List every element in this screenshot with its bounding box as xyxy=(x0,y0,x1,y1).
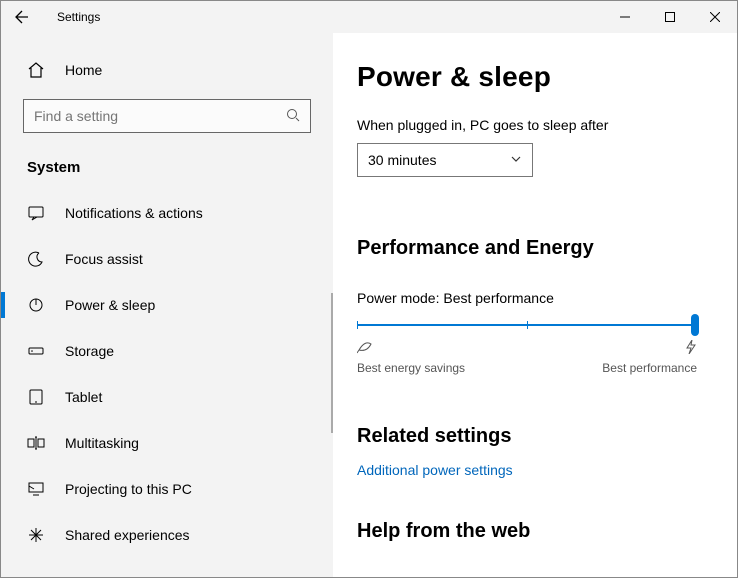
sleep-dropdown[interactable]: 30 minutes xyxy=(357,143,533,177)
notifications-icon xyxy=(27,204,45,222)
slider-max-label: Best performance xyxy=(602,361,697,375)
sidebar-item-focus-assist[interactable]: Focus assist xyxy=(1,236,333,282)
sidebar-item-notifications[interactable]: Notifications & actions xyxy=(1,190,333,236)
minimize-icon xyxy=(620,12,630,22)
sidebar-item-label: Focus assist xyxy=(65,251,143,267)
tablet-icon xyxy=(27,388,45,406)
power-icon xyxy=(27,296,45,314)
chevron-down-icon xyxy=(510,152,522,168)
sidebar-item-label: Multitasking xyxy=(65,435,139,451)
window-title: Settings xyxy=(43,10,100,24)
sidebar-item-label: Projecting to this PC xyxy=(65,481,192,497)
sidebar: Home System Notifications & actions Focu… xyxy=(1,33,333,577)
slider-min-label: Best energy savings xyxy=(357,361,465,375)
maximize-icon xyxy=(665,12,675,22)
search-input[interactable] xyxy=(34,108,286,124)
related-heading: Related settings xyxy=(357,425,707,448)
multitasking-icon xyxy=(27,434,45,452)
sidebar-item-multitasking[interactable]: Multitasking xyxy=(1,420,333,466)
home-icon xyxy=(27,61,45,79)
sidebar-item-tablet[interactable]: Tablet xyxy=(1,374,333,420)
sidebar-item-label: Tablet xyxy=(65,389,102,405)
additional-power-settings-link[interactable]: Additional power settings xyxy=(357,462,707,478)
projecting-icon xyxy=(27,480,45,498)
sidebar-item-shared-experiences[interactable]: Shared experiences xyxy=(1,512,333,558)
close-button[interactable] xyxy=(692,1,737,33)
sleep-dropdown-value: 30 minutes xyxy=(368,152,436,168)
shared-experiences-icon xyxy=(27,526,45,544)
sidebar-home-label: Home xyxy=(65,62,102,78)
back-button[interactable] xyxy=(1,1,43,33)
sidebar-item-label: Shared experiences xyxy=(65,527,190,543)
main-content: Power & sleep When plugged in, PC goes t… xyxy=(333,33,737,577)
leaf-icon xyxy=(357,340,465,357)
page-title: Power & sleep xyxy=(357,61,707,93)
back-arrow-icon xyxy=(14,9,30,25)
search-input-wrap[interactable] xyxy=(23,99,311,133)
power-mode-slider[interactable] xyxy=(357,324,697,326)
maximize-button[interactable] xyxy=(647,1,692,33)
sidebar-item-label: Notifications & actions xyxy=(65,205,203,221)
close-icon xyxy=(710,12,720,22)
sidebar-home[interactable]: Home xyxy=(1,51,333,89)
moon-icon xyxy=(27,250,45,268)
sidebar-item-projecting[interactable]: Projecting to this PC xyxy=(1,466,333,512)
storage-icon xyxy=(27,342,45,360)
slider-labels: Best energy savings Best performance xyxy=(357,340,697,375)
help-heading: Help from the web xyxy=(357,520,707,543)
search-icon xyxy=(286,108,300,125)
slider-thumb[interactable] xyxy=(691,314,699,336)
sidebar-item-storage[interactable]: Storage xyxy=(1,328,333,374)
power-mode-label: Power mode: Best performance xyxy=(357,290,707,306)
sidebar-item-label: Power & sleep xyxy=(65,297,155,313)
lightning-icon xyxy=(685,340,697,357)
sidebar-category: System xyxy=(1,151,333,190)
sidebar-item-label: Storage xyxy=(65,343,114,359)
minimize-button[interactable] xyxy=(602,1,647,33)
performance-heading: Performance and Energy xyxy=(357,237,707,260)
titlebar: Settings xyxy=(1,1,737,33)
sleep-label: When plugged in, PC goes to sleep after xyxy=(357,117,707,133)
sidebar-item-power-sleep[interactable]: Power & sleep xyxy=(1,282,333,328)
